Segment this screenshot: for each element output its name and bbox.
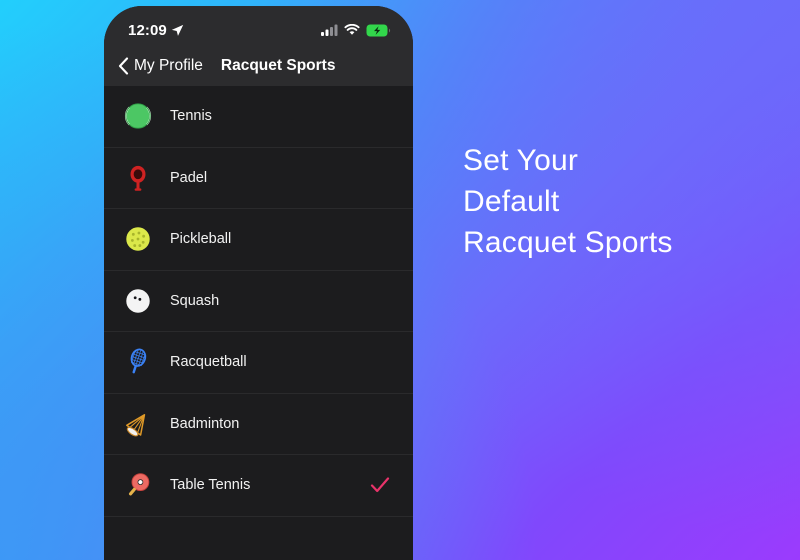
back-button-label: My Profile <box>134 57 203 74</box>
selected-check-icon <box>369 474 391 496</box>
location-arrow-icon <box>171 24 184 36</box>
list-item[interactable]: Badminton <box>104 393 413 455</box>
navigation-bar: My Profile Racquet Sports <box>104 46 413 86</box>
status-bar: 12:09 <box>104 6 413 46</box>
chevron-left-icon <box>118 57 129 75</box>
cellular-signal-icon <box>321 24 338 36</box>
list-item-label: Badminton <box>170 415 240 432</box>
phone-mockup: 12:09 My Profile Racquet Sports Tennis P… <box>104 6 413 560</box>
shuttlecock-icon <box>120 406 156 442</box>
list-item-label: Racquetball <box>170 354 247 371</box>
status-bar-time: 12:09 <box>128 21 167 39</box>
padel-racquet-icon <box>120 160 156 196</box>
racquetball-racquet-icon <box>120 344 156 380</box>
list-item-label: Padel <box>170 169 208 186</box>
list-item-label: Squash <box>170 292 220 309</box>
list-item[interactable]: Squash <box>104 270 413 332</box>
wifi-icon <box>344 24 360 35</box>
pickleball-icon <box>120 221 156 257</box>
list-item-label: Pickleball <box>170 231 232 248</box>
status-bar-indicators <box>321 24 391 37</box>
squash-ball-icon <box>120 283 156 319</box>
list-item[interactable]: Table Tennis <box>104 455 413 517</box>
list-item-label: Table Tennis <box>170 477 251 494</box>
page-headline: Set Your Default Racquet Sports <box>463 144 673 259</box>
page-title: Racquet Sports <box>220 57 336 74</box>
back-button[interactable]: My Profile <box>118 57 203 75</box>
tennis-ball-icon <box>120 98 156 134</box>
list-item-label: Tennis <box>170 108 212 125</box>
table-tennis-paddle-icon <box>120 467 156 503</box>
list-item[interactable]: Padel <box>104 147 413 209</box>
list-item[interactable]: Pickleball <box>104 209 413 271</box>
list-item[interactable]: Racquetball <box>104 332 413 394</box>
battery-charging-icon <box>366 24 391 36</box>
sports-list: Tennis Padel Pickleball Squash Racquetba… <box>104 86 413 517</box>
list-empty-area <box>104 516 413 560</box>
list-item[interactable]: Tennis <box>104 86 413 148</box>
status-bar-time-group: 12:09 <box>128 22 184 39</box>
